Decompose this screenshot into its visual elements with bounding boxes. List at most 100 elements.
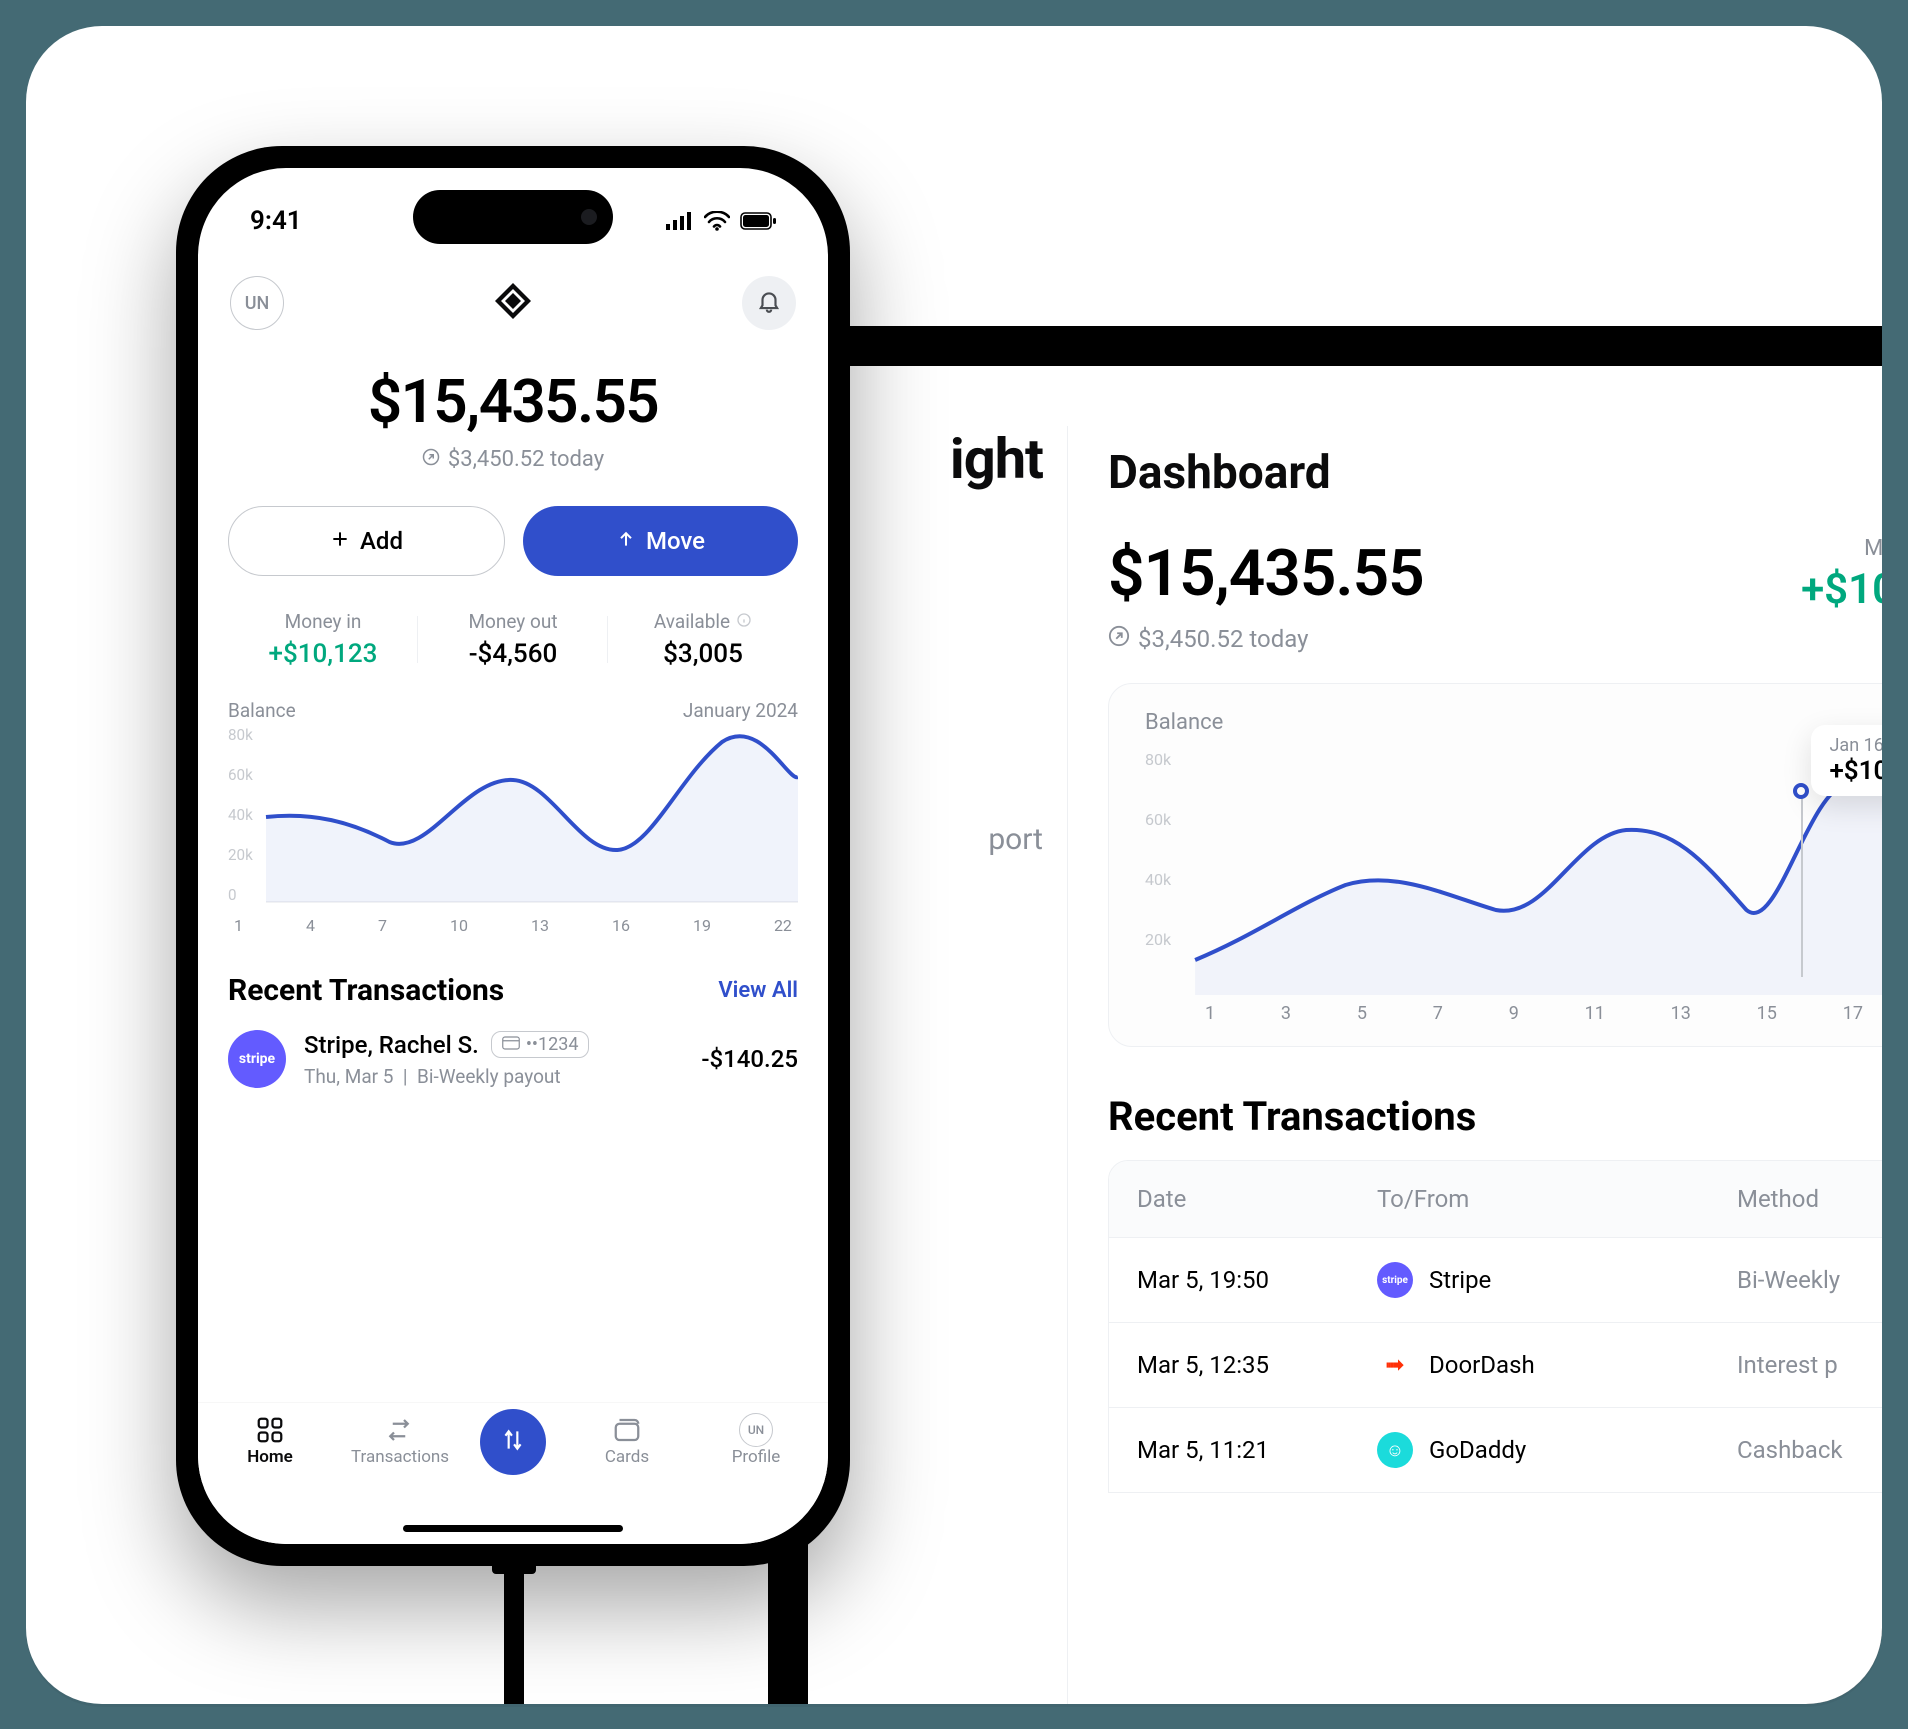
wifi-icon bbox=[704, 211, 730, 231]
money-in-value: +$10,123 bbox=[228, 639, 418, 669]
swap-icon bbox=[500, 1427, 526, 1457]
stripe-icon: stripe bbox=[1377, 1262, 1413, 1298]
view-all-link[interactable]: View All bbox=[718, 978, 798, 1003]
balance-amount: $15,435.55 bbox=[1108, 536, 1424, 611]
move-button-label: Move bbox=[646, 527, 705, 555]
cards-icon bbox=[579, 1413, 675, 1447]
balance-today: $3,450.52 today bbox=[1108, 625, 1424, 653]
bell-icon bbox=[756, 288, 782, 318]
tab-profile[interactable]: UN Profile bbox=[708, 1413, 804, 1467]
tx-method: Cashback bbox=[1737, 1436, 1882, 1464]
chart-title: Balance bbox=[1145, 710, 1882, 735]
status-time: 9:41 bbox=[250, 206, 302, 236]
card-chip: ••1234 bbox=[491, 1031, 590, 1058]
tx-date: Mar 5, 11:21 bbox=[1137, 1436, 1377, 1464]
svg-text:80k: 80k bbox=[228, 726, 253, 744]
tx-date: Mar 5, 12:35 bbox=[1137, 1351, 1377, 1379]
table-row[interactable]: Mar 5, 11:21 ☺ GoDaddy Cashback bbox=[1109, 1407, 1882, 1492]
tx-amount: -$140.25 bbox=[701, 1045, 798, 1073]
svg-text:40k: 40k bbox=[228, 806, 253, 824]
tab-transactions[interactable]: Transactions bbox=[351, 1413, 447, 1467]
transaction-row[interactable]: stripe Stripe, Rachel S. ••1234 Thu, Mar… bbox=[228, 1030, 798, 1088]
add-button-label: Add bbox=[360, 527, 403, 555]
chart-period: January 2024 bbox=[683, 699, 798, 722]
chart-crosshair bbox=[1801, 799, 1803, 977]
svg-text:80k: 80k bbox=[1145, 750, 1172, 769]
transfer-icon bbox=[351, 1413, 447, 1447]
balance-amount: $15,435.55 bbox=[228, 366, 798, 437]
tab-label: Home bbox=[222, 1447, 318, 1467]
fab-move[interactable] bbox=[480, 1409, 546, 1475]
col-method: Method bbox=[1737, 1185, 1882, 1213]
svg-text:60k: 60k bbox=[228, 766, 253, 784]
tablet-screen: ight port Dashboard $15,435.55 $3,450.52… bbox=[808, 366, 1882, 1704]
tab-home[interactable]: Home bbox=[222, 1413, 318, 1467]
doordash-icon: ➟ bbox=[1377, 1347, 1413, 1383]
phone-screen: 9:41 UN bbox=[198, 168, 828, 1544]
open-icon bbox=[422, 447, 440, 472]
tx-method: Interest p bbox=[1737, 1351, 1882, 1379]
table-row[interactable]: Mar 5, 12:35 ➟ DoorDash Interest p bbox=[1109, 1322, 1882, 1407]
chart-point-marker bbox=[1793, 783, 1809, 799]
dynamic-island bbox=[413, 190, 613, 244]
metric-money-in: Money in +$10,123 bbox=[228, 610, 418, 669]
svg-text:60k: 60k bbox=[1145, 810, 1172, 829]
table-row[interactable]: Mar 5, 19:50 stripe Stripe Bi-Weekly bbox=[1109, 1237, 1882, 1322]
balance-chart: 80k 60k 40k 20k Jan 16 +$10,123 bbox=[1145, 735, 1882, 995]
grid-icon bbox=[222, 1413, 318, 1447]
balance-today-text: $3,450.52 today bbox=[448, 447, 604, 472]
avatar[interactable]: UN bbox=[230, 276, 284, 330]
metrics-row: Money in +$10,123 Money out -$4,560 Avai… bbox=[228, 610, 798, 669]
showcase-card: ight port Dashboard $15,435.55 $3,450.52… bbox=[26, 26, 1882, 1704]
phone-cable bbox=[504, 1566, 524, 1704]
cellular-icon bbox=[666, 212, 694, 230]
available-value: $3,005 bbox=[608, 639, 798, 669]
tab-label: Transactions bbox=[351, 1447, 447, 1467]
svg-text:40k: 40k bbox=[1145, 870, 1172, 889]
tx-vendor-name: Stripe bbox=[1429, 1266, 1491, 1294]
transactions-table: Date To/From Method Mar 5, 19:50 stripe … bbox=[1108, 1160, 1882, 1493]
notifications-button[interactable] bbox=[742, 276, 796, 330]
move-button[interactable]: Move bbox=[523, 506, 798, 576]
money-in-summary: Money +$10,1 bbox=[1801, 536, 1882, 614]
balance-today: $3,450.52 today bbox=[228, 447, 798, 472]
svg-text:20k: 20k bbox=[1145, 930, 1172, 949]
svg-text:20k: 20k bbox=[228, 846, 253, 864]
tx-subtitle: Thu, Mar 5 | Bi-Weekly payout bbox=[304, 1065, 683, 1088]
recent-transactions-title: Recent Transactions bbox=[1108, 1093, 1882, 1140]
chart-x-axis: 1 3 5 7 9 11 13 15 17 19 bbox=[1145, 995, 1882, 1024]
tab-bar: Home Transactions Cards UN Profile bbox=[198, 1402, 828, 1544]
tab-cards[interactable]: Cards bbox=[579, 1413, 675, 1467]
chart-x-axis: 1 4 7 10 13 16 19 22 bbox=[228, 912, 798, 935]
balance-chart-card: Balance 80k 60k 40k 20k Jan 16 +$10,12 bbox=[1108, 683, 1882, 1047]
tooltip-date: Jan 16 bbox=[1829, 735, 1882, 756]
money-in-label: Money bbox=[1801, 536, 1882, 561]
card-icon bbox=[502, 1034, 520, 1055]
table-header: Date To/From Method bbox=[1109, 1161, 1882, 1237]
tx-date: Mar 5, 19:50 bbox=[1137, 1266, 1377, 1294]
avatar-small: UN bbox=[739, 1413, 773, 1447]
tab-label: Profile bbox=[708, 1447, 804, 1467]
balance-chart: 80k 60k 40k 20k 0 1 4 7 10 13 16 19 bbox=[228, 722, 798, 935]
col-tofrom: To/From bbox=[1377, 1185, 1737, 1213]
arrow-up-icon bbox=[616, 527, 636, 555]
battery-icon bbox=[740, 212, 776, 230]
metric-money-out: Money out -$4,560 bbox=[418, 610, 608, 669]
balance-today-text: $3,450.52 today bbox=[1138, 625, 1309, 653]
chart-tooltip: Jan 16 +$10,123 bbox=[1811, 725, 1882, 796]
col-date: Date bbox=[1137, 1185, 1377, 1213]
tx-vendor-name: DoorDash bbox=[1429, 1351, 1535, 1379]
money-out-value: -$4,560 bbox=[418, 639, 608, 669]
plus-icon bbox=[330, 527, 350, 555]
open-icon bbox=[1108, 625, 1130, 653]
tablet-device-frame: ight port Dashboard $15,435.55 $3,450.52… bbox=[768, 326, 1882, 1704]
info-icon[interactable] bbox=[736, 610, 752, 633]
add-button[interactable]: Add bbox=[228, 506, 505, 576]
tooltip-value: +$10,123 bbox=[1829, 756, 1882, 786]
metric-available: Available $3,005 bbox=[608, 610, 798, 669]
svg-text:0: 0 bbox=[228, 886, 237, 904]
stripe-icon: stripe bbox=[228, 1030, 286, 1088]
chart-title: Balance bbox=[228, 699, 296, 722]
money-in-value: +$10,1 bbox=[1801, 565, 1882, 614]
tx-method: Bi-Weekly bbox=[1737, 1266, 1882, 1294]
